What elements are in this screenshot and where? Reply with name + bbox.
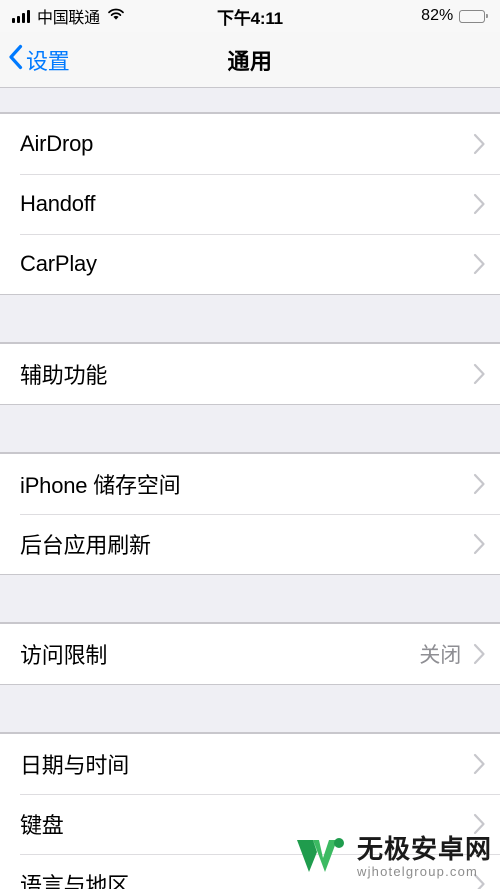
back-button[interactable]: 设置 bbox=[0, 44, 70, 76]
battery-icon bbox=[459, 9, 488, 23]
settings-row[interactable]: 辅助功能 bbox=[0, 344, 500, 404]
settings-row[interactable]: iPhone 储存空间 bbox=[0, 454, 500, 514]
group-spacer bbox=[0, 295, 500, 343]
settings-group: 访问限制 关闭 bbox=[0, 623, 500, 685]
settings-row-label: AirDrop bbox=[20, 131, 94, 156]
chevron-right-icon bbox=[473, 643, 486, 665]
settings-row-label: 后台应用刷新 bbox=[20, 533, 151, 558]
navigation-bar: 设置 通用 bbox=[0, 32, 500, 88]
battery-percent-label: 82% bbox=[421, 7, 454, 24]
chevron-right-icon bbox=[473, 253, 486, 275]
settings-row[interactable]: Handoff bbox=[0, 174, 500, 234]
chevron-right-icon bbox=[473, 193, 486, 215]
settings-group: AirDrop Handoff CarPlay bbox=[0, 113, 500, 295]
settings-row-label: 辅助功能 bbox=[20, 363, 108, 388]
signal-bars-icon bbox=[12, 9, 30, 23]
settings-row-label: 访问限制 bbox=[20, 643, 108, 668]
chevron-right-icon bbox=[473, 873, 486, 889]
clock-label: 下午4:11 bbox=[217, 8, 283, 28]
settings-row-label: CarPlay bbox=[20, 251, 97, 276]
settings-row[interactable]: 日期与时间 bbox=[0, 734, 500, 794]
status-bar-right: 82% bbox=[421, 7, 488, 25]
settings-group: iPhone 储存空间 后台应用刷新 bbox=[0, 453, 500, 575]
group-spacer bbox=[0, 685, 500, 733]
status-bar: 中国联通 下午4:11 82% bbox=[0, 0, 500, 32]
settings-row-label: 键盘 bbox=[20, 813, 64, 838]
settings-list[interactable]: AirDrop Handoff CarPlay 辅助功能 iPhone 储存空间 后台应用… bbox=[0, 88, 500, 889]
settings-group: 日期与时间键盘语言与地区 bbox=[0, 733, 500, 889]
settings-row-label: Handoff bbox=[20, 191, 96, 216]
group-spacer bbox=[0, 575, 500, 623]
chevron-right-icon bbox=[473, 533, 486, 555]
chevron-left-icon bbox=[8, 44, 23, 75]
back-button-label: 设置 bbox=[26, 48, 70, 74]
settings-row-label: 语言与地区 bbox=[20, 873, 130, 889]
settings-group: 辅助功能 bbox=[0, 343, 500, 405]
settings-row[interactable]: 语言与地区 bbox=[0, 854, 500, 889]
settings-row[interactable]: 键盘 bbox=[0, 794, 500, 854]
settings-row[interactable]: 访问限制 关闭 bbox=[0, 624, 500, 684]
status-bar-left: 中国联通 bbox=[12, 4, 125, 28]
settings-row-label: iPhone 储存空间 bbox=[20, 473, 181, 498]
settings-row[interactable]: AirDrop bbox=[0, 114, 500, 174]
group-spacer bbox=[0, 405, 500, 453]
chevron-right-icon bbox=[473, 363, 486, 385]
settings-row-value: 关闭 bbox=[419, 644, 461, 667]
settings-row[interactable]: 后台应用刷新 bbox=[0, 514, 500, 574]
chevron-right-icon bbox=[473, 813, 486, 835]
settings-row[interactable]: CarPlay bbox=[0, 234, 500, 294]
settings-row-label: 日期与时间 bbox=[20, 753, 130, 778]
wifi-icon bbox=[107, 6, 125, 26]
chevron-right-icon bbox=[473, 133, 486, 155]
carrier-label: 中国联通 bbox=[37, 10, 100, 27]
chevron-right-icon bbox=[473, 753, 486, 775]
group-spacer bbox=[0, 88, 500, 113]
page-title: 通用 bbox=[0, 32, 500, 87]
chevron-right-icon bbox=[473, 473, 486, 495]
page-title-label: 通用 bbox=[227, 48, 273, 74]
